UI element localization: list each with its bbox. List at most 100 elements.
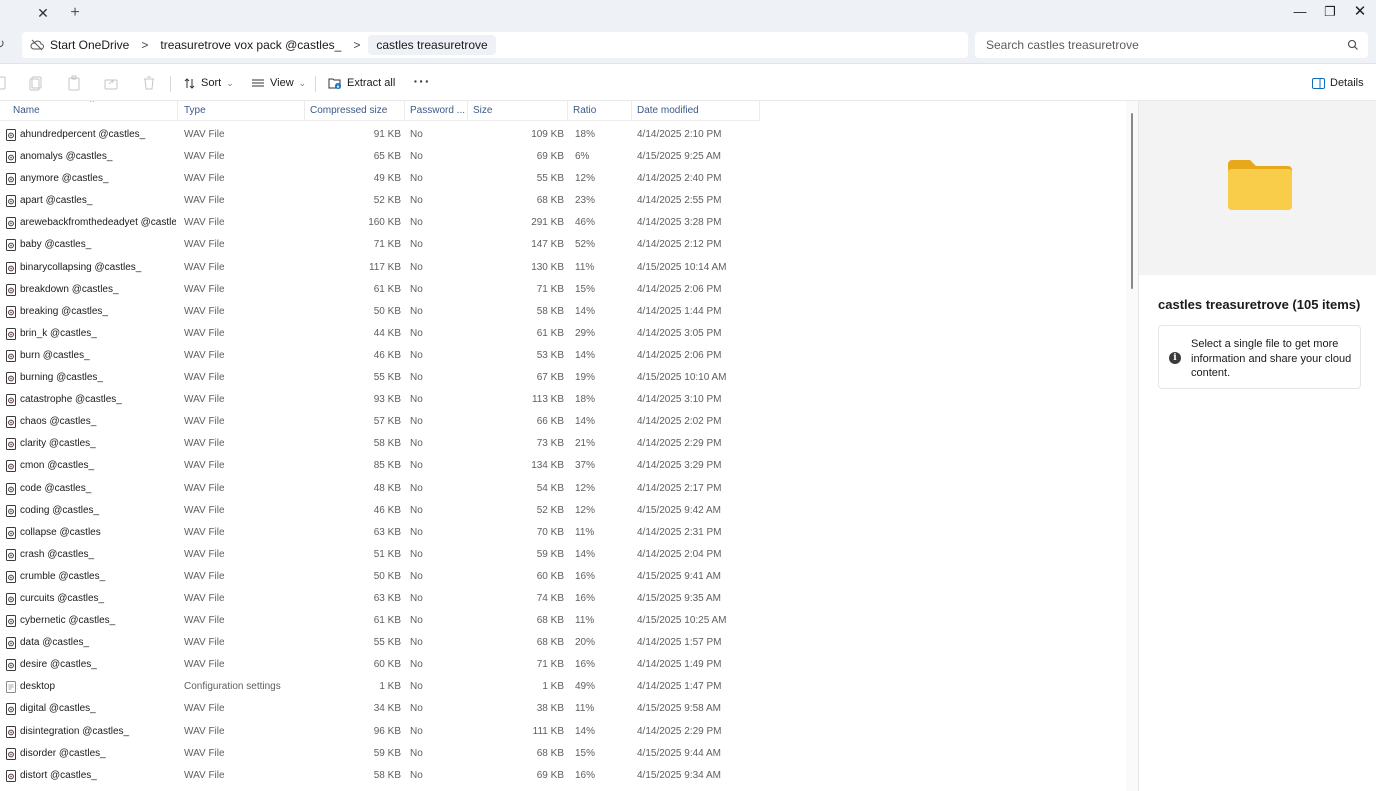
table-row[interactable]: data @castles_ WAV File 55 KB No 68 KB 20% 4/1… [0,632,760,654]
paste-icon[interactable] [66,75,82,91]
table-row[interactable]: catastrophe @castles_ WAV File 93 KB No 113 … [0,389,760,411]
file-type: Configuration settings [184,681,281,693]
new-tab-button[interactable]: + [66,4,84,22]
file-ratio: 18% [575,129,596,140]
file-type: WAV File [184,703,225,715]
file-date-modified: 4/15/2025 9:44 AM [637,747,721,759]
details-info-text: Select a single file to get more informa… [1191,338,1352,379]
table-row[interactable]: burning @castles_ WAV File 55 KB No 67 KB 19%… [0,367,760,389]
table-row[interactable]: binarycollapsing @castles_ WAV File 117 KB… [0,257,760,279]
file-ratio: 14% [575,305,596,317]
breadcrumb-start-onedrive[interactable]: Start OneDrive [44,38,135,52]
audio-file-icon [6,703,16,716]
file-name: binarycollapsing @castles_ [20,261,142,273]
column-header-ratio[interactable]: Ratio [568,101,632,121]
file-type: WAV File [184,239,225,251]
table-row[interactable]: crumble @castles_ WAV File 50 KB No 60 KB 16%… [0,566,760,588]
table-row[interactable]: breakdown @castles_ WAV File 61 KB No 71 KB 1… [0,279,760,301]
file-date-modified: 4/14/2025 2:06 PM [637,283,722,295]
details-button[interactable]: Details [1312,72,1364,94]
file-password-protected: No [410,526,423,538]
table-row[interactable]: distort @castles_ WAV File 58 KB No 69 KB 16%… [0,765,760,787]
table-row[interactable]: chaos @castles_ WAV File 57 KB No 66 KB 14% 4/… [0,411,760,433]
file-type: WAV File [184,592,225,604]
table-row[interactable]: coding @castles_ WAV File 46 KB No 52 KB 12% 4… [0,500,760,522]
file-compressed-size: 1 KB [379,681,401,693]
file-date-modified: 4/14/2025 1:47 PM [637,681,722,693]
file-size: 59 KB [536,548,564,560]
table-row[interactable]: burn @castles_ WAV File 46 KB No 53 KB 14% 4/1… [0,345,760,367]
search-box[interactable] [975,32,1368,58]
file-date-modified: 4/15/2025 9:25 AM [637,151,721,163]
chevron-down-icon: ⌄ [226,77,234,88]
file-type: WAV File [184,504,225,516]
table-row[interactable]: brin_k @castles_ WAV File 44 KB No 61 KB 29% 4… [0,323,760,345]
file-type: WAV File [184,438,225,450]
file-password-protected: No [410,305,423,317]
table-row[interactable]: collapse @castles WAV File 63 KB No 70 KB 11%… [0,522,760,544]
address-row: ↻ Start OneDrive > treasuretrove vox pac… [0,26,1376,64]
table-row[interactable]: disorder @castles_ WAV File 59 KB No 68 KB 15… [0,743,760,765]
column-header-compressed-size[interactable]: Compressed size [305,101,405,121]
sort-button[interactable]: Sort ⌄ [183,72,234,94]
share-icon[interactable] [103,75,119,91]
extract-all-button[interactable]: Extract all [328,72,395,94]
file-password-protected: No [410,151,423,163]
table-row[interactable]: baby @castles_ WAV File 71 KB No 147 KB 52% 4/… [0,234,760,256]
table-row[interactable]: code @castles_ WAV File 48 KB No 54 KB 12% 4/1… [0,478,760,500]
table-row[interactable]: curcuits @castles_ WAV File 63 KB No 74 KB 16… [0,588,760,610]
file-type: WAV File [184,725,225,737]
table-row[interactable]: crash @castles_ WAV File 51 KB No 59 KB 14% 4/… [0,544,760,566]
breadcrumb-current-folder[interactable]: castles treasuretrove [368,35,496,55]
table-row[interactable]: desktop Configuration settings 1 KB No 1 KB 4… [0,676,760,698]
vertical-scrollbar[interactable] [1126,101,1138,791]
table-row[interactable]: ahundredpercent @castles_ WAV File 91 KB No… [0,124,760,146]
maximize-button[interactable]: ❐ [1315,0,1345,24]
minimize-button[interactable]: — [1285,0,1315,24]
table-row[interactable]: cybernetic @castles_ WAV File 61 KB No 68 KB… [0,610,760,632]
file-type: WAV File [184,349,225,361]
file-compressed-size: 46 KB [373,504,401,516]
file-name: clarity @castles_ [20,438,96,450]
table-row[interactable]: anymore @castles_ WAV File 49 KB No 55 KB 12%… [0,168,760,190]
delete-icon[interactable] [141,75,157,91]
column-header-size[interactable]: Size [468,101,568,121]
table-row[interactable]: cmon @castles_ WAV File 85 KB No 134 KB 37% 4/… [0,455,760,477]
audio-file-icon [6,637,16,650]
cut-icon[interactable] [0,75,8,91]
file-ratio: 14% [575,349,596,361]
table-row[interactable]: clarity @castles_ WAV File 58 KB No 73 KB 21%… [0,433,760,455]
tab-close-button[interactable]: ✕ [34,4,52,22]
breadcrumb[interactable]: Start OneDrive > treasuretrove vox pack … [22,32,968,58]
file-size: 70 KB [536,526,564,538]
table-row[interactable]: apart @castles_ WAV File 52 KB No 68 KB 23% 4/… [0,190,760,212]
column-header-date-modified[interactable]: Date modified [632,101,760,121]
breadcrumb-separator-icon[interactable]: > [347,38,366,52]
table-row[interactable]: breaking @castles_ WAV File 50 KB No 58 KB 14… [0,301,760,323]
table-row[interactable]: disintegration @castles_ WAV File 96 KB No 1… [0,721,760,743]
copy-icon[interactable] [28,75,44,91]
table-row[interactable]: anomalys @castles_ WAV File 65 KB No 69 KB 6%… [0,146,760,168]
table-row[interactable]: arewebackfromthedeadyet @castle... WAV Fi… [0,212,760,234]
more-options-button[interactable]: ··· [412,72,432,94]
table-row[interactable]: desire @castles_ WAV File 60 KB No 71 KB 16% 4… [0,654,760,676]
column-header-password[interactable]: Password ... [405,101,468,121]
breadcrumb-separator-icon[interactable]: > [135,38,154,52]
file-date-modified: 4/14/2025 2:12 PM [637,239,722,251]
scrollbar-thumb[interactable] [1131,113,1133,289]
refresh-icon[interactable]: ↻ [0,36,8,54]
breadcrumb-vox-pack[interactable]: treasuretrove vox pack @castles_ [154,38,347,52]
file-type: WAV File [184,327,225,339]
search-input[interactable] [975,32,1335,58]
column-header-type[interactable]: Type [179,101,305,121]
audio-file-icon [6,725,16,738]
view-button[interactable]: View ⌄ [251,72,306,94]
file-password-protected: No [410,637,423,649]
table-row[interactable]: digital @castles_ WAV File 34 KB No 38 KB 11%… [0,698,760,720]
file-compressed-size: 55 KB [373,372,401,384]
file-date-modified: 4/14/2025 2:29 PM [637,438,722,450]
file-ratio: 20% [575,637,596,649]
close-window-button[interactable]: ✕ [1345,0,1375,24]
search-icon[interactable] [1346,38,1360,52]
file-name: brin_k @castles_ [20,327,97,339]
